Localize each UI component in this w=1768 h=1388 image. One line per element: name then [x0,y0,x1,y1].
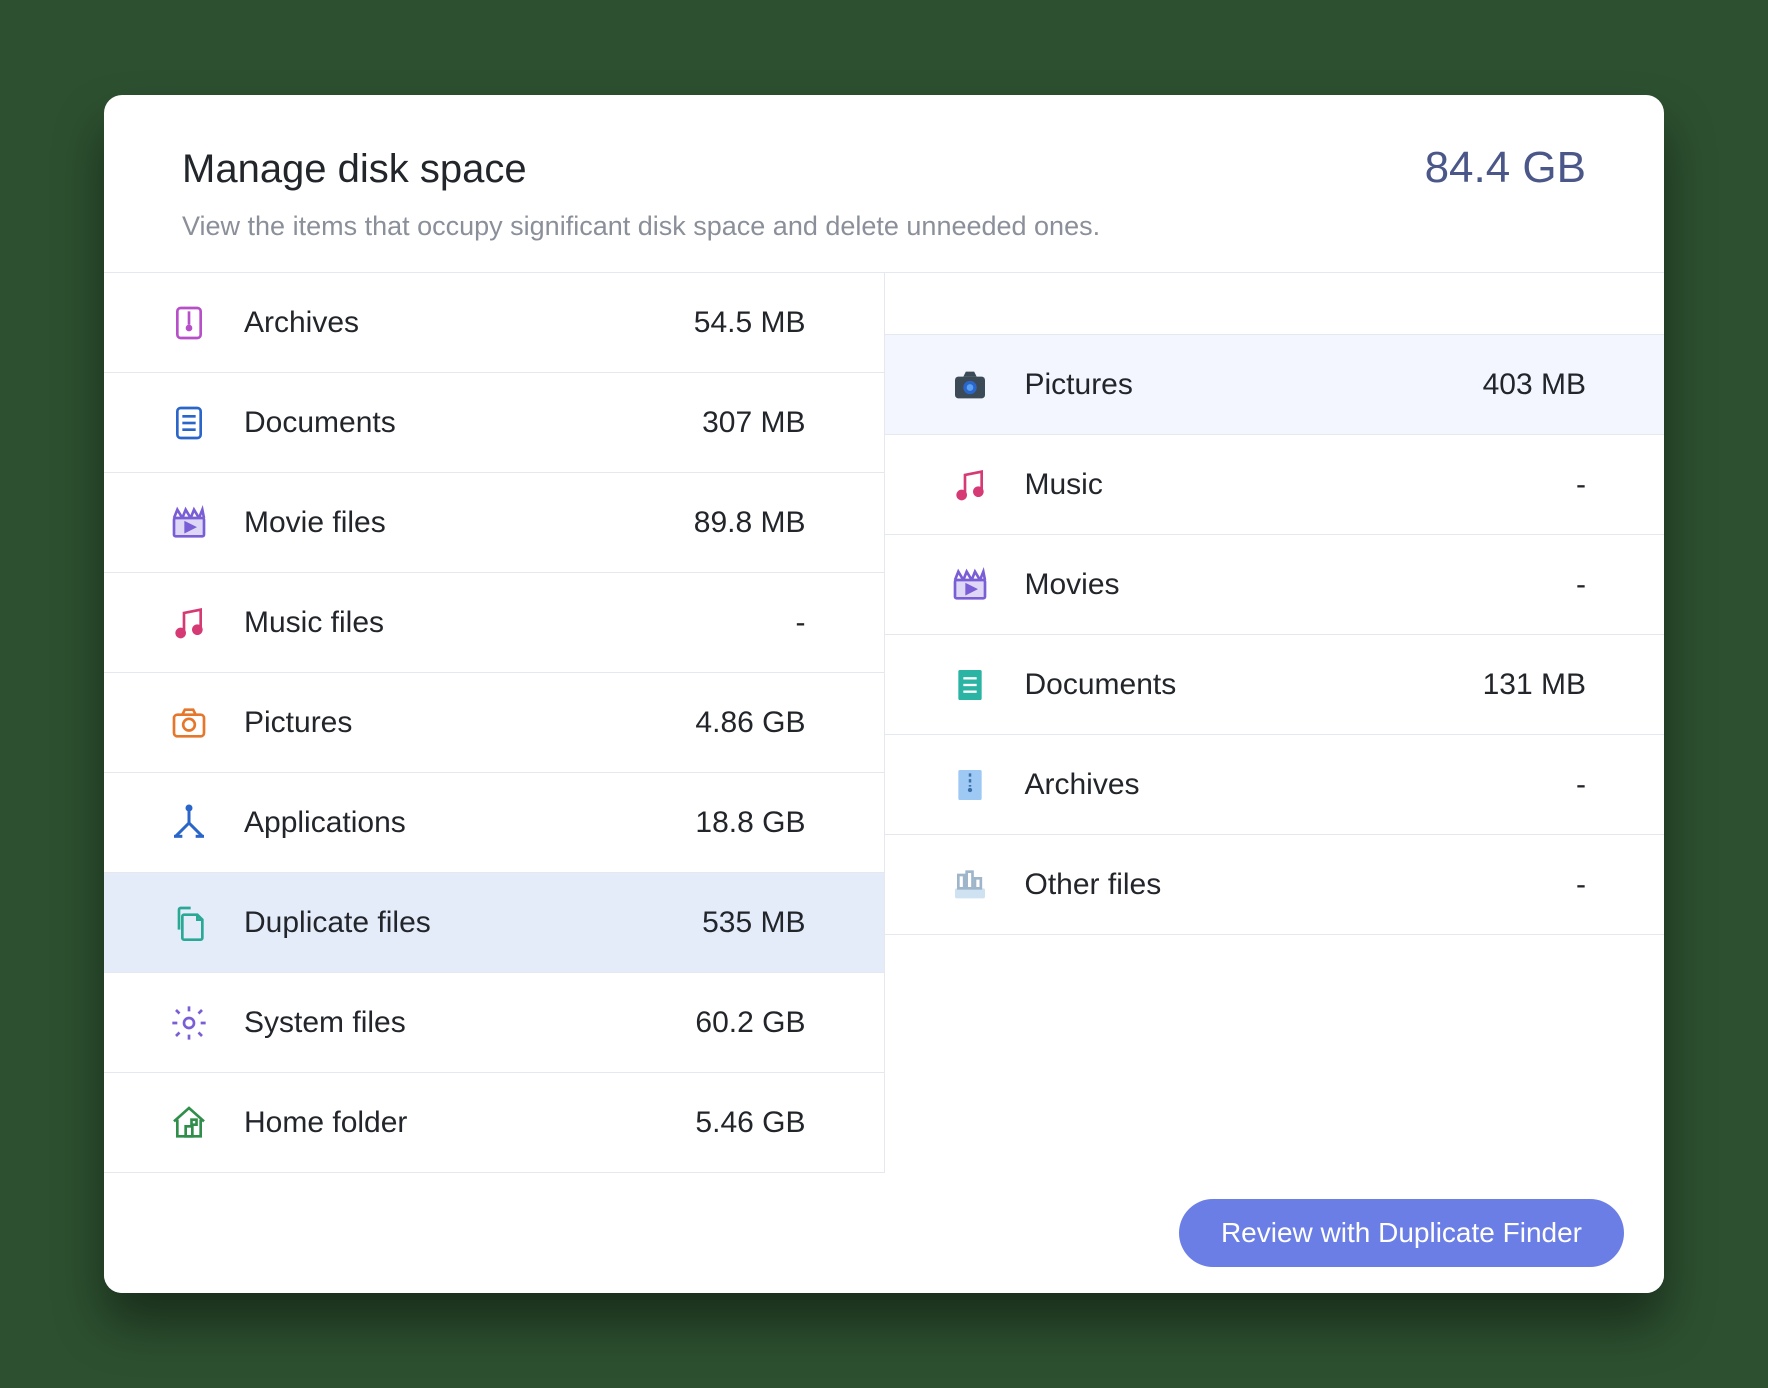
category-row-duplicate-files[interactable]: Duplicate files535 MB [104,873,884,973]
row-size: 18.8 GB [695,806,805,840]
disk-space-window: Manage disk space 84.4 GB View the items… [104,95,1664,1293]
detail-row-movies[interactable]: Movies- [885,535,1665,635]
document-teal-icon [947,662,993,708]
movie-icon [166,500,212,546]
row-label: Pictures [244,706,695,740]
music-icon [947,462,993,508]
category-row-applications[interactable]: Applications18.8 GB [104,773,884,873]
row-size: 131 MB [1483,668,1586,702]
category-row-home-folder[interactable]: Home folder5.46 GB [104,1073,884,1173]
detail-row-music[interactable]: Music- [885,435,1665,535]
row-size: 60.2 GB [695,1006,805,1040]
row-size: 403 MB [1483,368,1586,402]
details-pane: Pictures403 MBMusic-Movies-Documents131 … [885,273,1665,1173]
category-row-movie-files[interactable]: Movie files89.8 MB [104,473,884,573]
music-icon [166,600,212,646]
detail-row-documents[interactable]: Documents131 MB [885,635,1665,735]
other-icon [947,862,993,908]
camera-outline-icon [166,700,212,746]
row-size: 89.8 MB [694,506,806,540]
row-size: 535 MB [702,906,805,940]
document-icon [166,400,212,446]
review-duplicate-finder-button[interactable]: Review with Duplicate Finder [1179,1199,1624,1267]
row-size: 54.5 MB [694,306,806,340]
row-label: Home folder [244,1106,695,1140]
row-label: Archives [1025,768,1577,802]
category-row-pictures[interactable]: Pictures4.86 GB [104,673,884,773]
home-icon [166,1100,212,1146]
total-size: 84.4 GB [1425,143,1586,193]
row-size: - [1576,568,1586,602]
row-size: - [1576,868,1586,902]
detail-row-other-files[interactable]: Other files- [885,835,1665,935]
page-subtitle: View the items that occupy significant d… [182,211,1586,242]
category-row-music-files[interactable]: Music files- [104,573,884,673]
movie-icon [947,562,993,608]
archive-blue-icon [947,762,993,808]
row-label: Archives [244,306,694,340]
gear-icon [166,1000,212,1046]
row-label: Applications [244,806,695,840]
page-title: Manage disk space [182,147,527,192]
apps-icon [166,800,212,846]
row-size: 307 MB [702,406,805,440]
row-label: Music [1025,468,1577,502]
row-label: Movie files [244,506,694,540]
header-top: Manage disk space 84.4 GB [182,143,1586,193]
row-label: Documents [1025,668,1483,702]
row-label: Other files [1025,868,1577,902]
category-row-documents[interactable]: Documents307 MB [104,373,884,473]
content: Archives54.5 MBDocuments307 MBMovie file… [104,273,1664,1173]
footer: Review with Duplicate Finder [104,1173,1664,1293]
details-header-spacer [885,273,1665,335]
category-row-archives[interactable]: Archives54.5 MB [104,273,884,373]
row-label: Duplicate files [244,906,702,940]
detail-row-archives[interactable]: Archives- [885,735,1665,835]
row-size: 4.86 GB [695,706,805,740]
row-label: Pictures [1025,368,1483,402]
categories-pane: Archives54.5 MBDocuments307 MBMovie file… [104,273,885,1173]
archive-icon [166,300,212,346]
row-size: - [1576,768,1586,802]
row-size: 5.46 GB [695,1106,805,1140]
camera-solid-icon [947,362,993,408]
row-label: Music files [244,606,796,640]
detail-row-pictures[interactable]: Pictures403 MB [885,335,1665,435]
duplicate-icon [166,900,212,946]
row-size: - [1576,468,1586,502]
row-label: Movies [1025,568,1577,602]
category-row-system-files[interactable]: System files60.2 GB [104,973,884,1073]
row-size: - [796,606,806,640]
row-label: Documents [244,406,702,440]
row-label: System files [244,1006,695,1040]
header: Manage disk space 84.4 GB View the items… [104,95,1664,273]
